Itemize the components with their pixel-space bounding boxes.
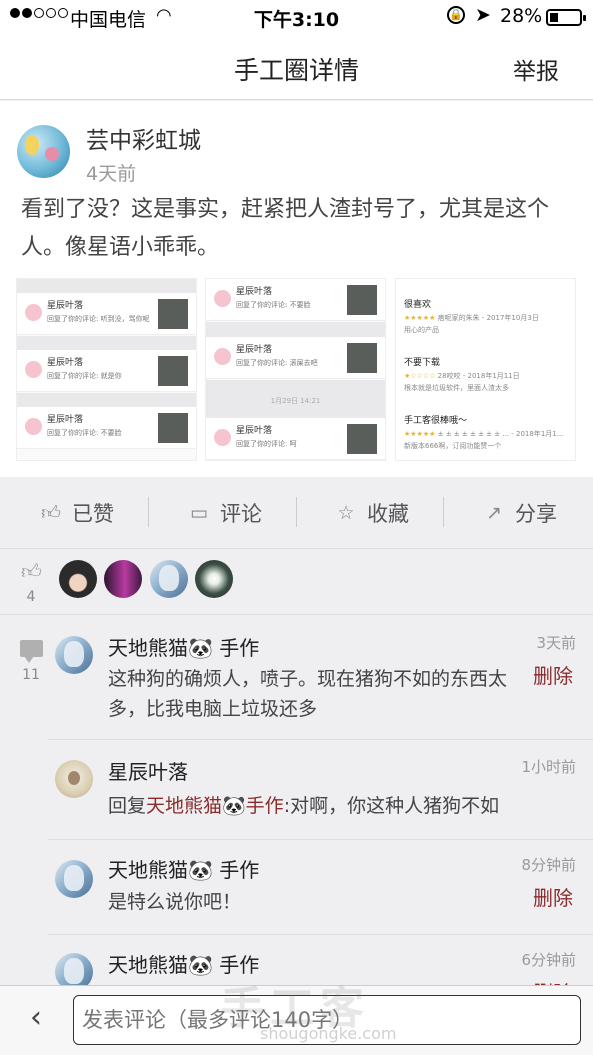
back-arrow-icon[interactable]: ‹ — [30, 1000, 42, 1035]
share-icon: ↗ — [486, 502, 502, 524]
author-name[interactable]: 芸中彩虹城 — [86, 121, 201, 155]
like-label: 已赞 — [72, 502, 114, 526]
comment-item: 天地熊猫🐼 手作 6分钟前 删除 — [48, 935, 593, 1005]
comment-button[interactable]: ▭ 评论 — [188, 477, 262, 549]
nav-bar: 手工圈详情 举报 — [0, 34, 593, 100]
reply-target-name[interactable]: 天地熊猫🐼手作 — [146, 795, 284, 817]
favorite-button[interactable]: ☆ 收藏 — [335, 477, 409, 549]
comment-text: 是特么说你吧！ — [108, 891, 242, 913]
comment-time: 6分钟前 — [521, 951, 576, 969]
commenter-name[interactable]: 天地熊猫🐼 手作 — [108, 632, 259, 661]
comment-time: 8分钟前 — [521, 856, 576, 874]
commenter-avatar[interactable] — [55, 860, 93, 898]
action-bar: 👍︎ 已赞 ▭ 评论 ☆ 收藏 ↗ 分享 — [0, 477, 593, 549]
share-button[interactable]: ↗ 分享 — [483, 477, 557, 549]
share-label: 分享 — [515, 502, 557, 526]
liker-avatar[interactable] — [59, 560, 97, 598]
report-button[interactable]: 举报 — [513, 52, 559, 86]
commenter-name[interactable]: 天地熊猫🐼 手作 — [108, 854, 259, 883]
status-bar: 中国电信 ◠ 下午3:10 🔒 ➤ 28% — [0, 0, 593, 34]
battery-percent: 28% — [500, 5, 543, 27]
comment-input-bar: ‹ — [0, 985, 593, 1055]
comment-item: 天地熊猫🐼 手作 8分钟前 删除 是特么说你吧！ — [48, 840, 593, 935]
author-avatar[interactable] — [17, 125, 70, 178]
delete-comment-button[interactable]: 删除 — [533, 882, 573, 911]
star-icon: ☆ — [337, 502, 355, 524]
comment-count: 11 — [22, 667, 40, 683]
like-button[interactable]: 👍︎ 已赞 — [40, 477, 114, 549]
liker-avatar[interactable] — [195, 560, 233, 598]
comment-count-icon — [20, 640, 43, 663]
post-image-3[interactable]: 很喜欢 ★★★★★ 痞呢家的朱朱 - 2017年10月3日 用心的产品 不要下载… — [395, 278, 576, 461]
thumbs-up-icon: 👍︎ — [41, 501, 61, 524]
comment-text: 这种狗的确烦人，喷子。现在猪狗不如的东西太多，比我电脑上垃圾还多 — [108, 668, 508, 720]
likes-row: 👍︎ 4 — [0, 549, 593, 615]
commenter-avatar[interactable] — [55, 636, 93, 674]
location-arrow-icon: ➤ — [475, 4, 491, 26]
comment-label: 评论 — [220, 502, 262, 526]
comment-time: 3天前 — [536, 634, 576, 652]
likes-count: 4 — [26, 589, 36, 605]
post-image-1[interactable]: 星辰叶落 回复了你的评论: 听到没，骂你呢 星辰叶落 回复了你的评论: 就是你 星辰… — [16, 278, 197, 461]
comment-time: 1小时前 — [521, 758, 576, 776]
delete-comment-button[interactable]: 删除 — [533, 660, 573, 689]
divider — [148, 497, 149, 527]
commenter-name[interactable]: 星辰叶落 — [108, 756, 188, 785]
comment-input[interactable] — [73, 995, 581, 1045]
liker-avatar[interactable] — [150, 560, 188, 598]
thumbs-up-icon: 👍︎ — [21, 559, 42, 583]
comment-item: 天地熊猫🐼 手作 3天前 删除 这种狗的确烦人，喷子。现在猪狗不如的东西太多，比… — [48, 616, 593, 740]
comment-text: 回复天地熊猫🐼手作:对啊，你这种人猪狗不如 — [108, 795, 500, 817]
battery-icon — [546, 9, 586, 26]
liker-avatar[interactable] — [104, 560, 142, 598]
post-time: 4天前 — [86, 163, 137, 185]
divider — [443, 497, 444, 527]
divider — [296, 497, 297, 527]
post-card: 芸中彩虹城 4天前 看到了没？这是事实，赶紧把人渣封号了，尤其是这个人。像星语小… — [0, 101, 593, 477]
post-text: 看到了没？这是事实，赶紧把人渣封号了，尤其是这个人。像星语小乖乖。 — [21, 197, 550, 260]
favorite-label: 收藏 — [367, 502, 409, 526]
comment-item: 星辰叶落 1小时前 回复天地熊猫🐼手作:对啊，你这种人猪狗不如 — [48, 740, 593, 840]
post-image-2[interactable]: 星辰叶落 回复了你的评论: 不要脸 星辰叶落 回复了你的评论: 滚屎去吧 1月29日… — [205, 278, 386, 461]
commenter-avatar[interactable] — [55, 760, 93, 798]
comment-icon: ▭ — [190, 502, 208, 524]
commenter-name[interactable]: 天地熊猫🐼 手作 — [108, 949, 259, 978]
rotation-lock-icon: 🔒 — [447, 6, 465, 24]
page-title: 手工圈详情 — [233, 56, 359, 85]
